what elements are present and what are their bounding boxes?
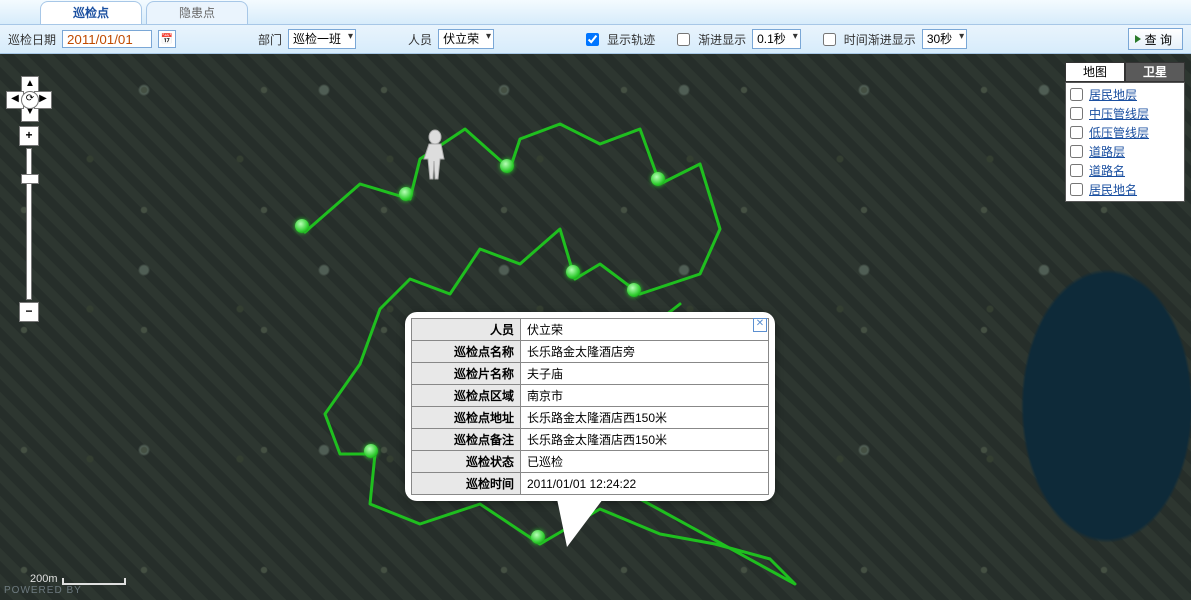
- zoom-slider-track[interactable]: [26, 148, 32, 300]
- step-interval-select[interactable]: 0.1秒: [752, 29, 801, 49]
- info-balloon: ✕ 人员伏立荣巡检点名称长乐路金太隆酒店旁巡检片名称夫子庙巡检点区域南京市巡检点…: [405, 312, 775, 501]
- info-value: 伏立荣: [521, 319, 769, 341]
- query-button[interactable]: 查 询: [1128, 28, 1183, 50]
- info-row: 巡检时间2011/01/01 12:24:22: [412, 473, 769, 495]
- layer-row: 低压管线层: [1070, 123, 1180, 142]
- date-input[interactable]: [62, 30, 152, 48]
- info-key: 巡检时间: [412, 473, 521, 495]
- info-value: 长乐路金太隆酒店旁: [521, 341, 769, 363]
- calendar-icon[interactable]: 📅: [158, 30, 176, 48]
- zoom-slider-handle[interactable]: [21, 174, 39, 184]
- track-node[interactable]: [500, 159, 514, 173]
- play-icon: [1135, 35, 1141, 43]
- info-key: 巡检点备注: [412, 429, 521, 451]
- info-value: 长乐路金太隆酒店西150米: [521, 407, 769, 429]
- layer-checkbox[interactable]: [1070, 183, 1083, 196]
- toolbar: 巡检日期 📅 部门 巡检一班 人员 伏立荣 显示轨迹 渐进显示 0.1秒 时间渐…: [0, 25, 1191, 54]
- info-value: 长乐路金太隆酒店西150米: [521, 429, 769, 451]
- layer-link[interactable]: 居民地层: [1089, 86, 1137, 103]
- balloon-close-button[interactable]: ✕: [753, 318, 767, 332]
- layer-checkbox[interactable]: [1070, 107, 1083, 120]
- zoom-out-button[interactable]: −: [19, 302, 39, 322]
- info-value: 南京市: [521, 385, 769, 407]
- maptype-satellite-button[interactable]: 卫星: [1125, 62, 1185, 82]
- info-key: 巡检片名称: [412, 363, 521, 385]
- track-node[interactable]: [364, 444, 378, 458]
- show-track-checkbox[interactable]: [586, 33, 599, 46]
- info-key: 巡检状态: [412, 451, 521, 473]
- track-node[interactable]: [566, 265, 580, 279]
- date-label: 巡检日期: [8, 31, 56, 48]
- map-canvas[interactable]: ▲ ▼ ◀ ▶ ⟳ + − 200m POWERED BY 地图 卫星: [0, 54, 1191, 600]
- layer-row: 道路名: [1070, 161, 1180, 180]
- layer-row: 中压管线层: [1070, 104, 1180, 123]
- zoom-in-button[interactable]: +: [19, 126, 39, 146]
- person-select[interactable]: 伏立荣: [438, 29, 494, 49]
- track-node[interactable]: [627, 283, 641, 297]
- pan-pad: ▲ ▼ ◀ ▶ ⟳: [6, 76, 52, 122]
- layer-link[interactable]: 道路名: [1089, 162, 1125, 179]
- time-step-label: 时间渐进显示: [844, 31, 916, 48]
- info-key: 巡检点区域: [412, 385, 521, 407]
- layer-link[interactable]: 居民地名: [1089, 181, 1137, 198]
- powered-by-label: POWERED BY: [4, 585, 82, 596]
- info-key: 人员: [412, 319, 521, 341]
- layer-row: 道路层: [1070, 142, 1180, 161]
- info-table: 人员伏立荣巡检点名称长乐路金太隆酒店旁巡检片名称夫子庙巡检点区域南京市巡检点地址…: [411, 318, 769, 495]
- layer-panel: 地图 卫星 居民地层中压管线层低压管线层道路层道路名居民地名: [1065, 62, 1185, 202]
- layer-link[interactable]: 低压管线层: [1089, 124, 1149, 141]
- info-row: 巡检点区域南京市: [412, 385, 769, 407]
- info-row: 巡检点备注长乐路金太隆酒店西150米: [412, 429, 769, 451]
- maptype-map-button[interactable]: 地图: [1065, 62, 1125, 82]
- tab-hazard-points[interactable]: 隐患点: [146, 1, 248, 24]
- info-key: 巡检点地址: [412, 407, 521, 429]
- layer-checkbox[interactable]: [1070, 126, 1083, 139]
- dept-select[interactable]: 巡检一班: [288, 29, 356, 49]
- track-node[interactable]: [651, 172, 665, 186]
- info-row: 巡检点名称长乐路金太隆酒店旁: [412, 341, 769, 363]
- layer-checkbox[interactable]: [1070, 164, 1083, 177]
- tab-bar: 巡检点 隐患点: [0, 0, 1191, 25]
- person-label: 人员: [408, 31, 432, 48]
- info-row: 巡检片名称夫子庙: [412, 363, 769, 385]
- track-node[interactable]: [399, 187, 413, 201]
- info-row: 巡检点地址长乐路金太隆酒店西150米: [412, 407, 769, 429]
- layer-checkbox[interactable]: [1070, 145, 1083, 158]
- layer-row: 居民地名: [1070, 180, 1180, 199]
- time-step-interval-select[interactable]: 30秒: [922, 29, 967, 49]
- info-value: 2011/01/01 12:24:22: [521, 473, 769, 495]
- info-value: 已巡检: [521, 451, 769, 473]
- info-value: 夫子庙: [521, 363, 769, 385]
- person-marker-icon: [420, 129, 450, 184]
- track-node[interactable]: [531, 530, 545, 544]
- scale-bar: 200m: [30, 573, 126, 585]
- pan-center-button[interactable]: ⟳: [21, 91, 39, 109]
- track-node[interactable]: [295, 219, 309, 233]
- show-track-label: 显示轨迹: [607, 31, 655, 48]
- dept-label: 部门: [258, 31, 282, 48]
- layer-row: 居民地层: [1070, 85, 1180, 104]
- layer-link[interactable]: 中压管线层: [1089, 105, 1149, 122]
- layer-checkbox[interactable]: [1070, 88, 1083, 101]
- tab-inspection-points[interactable]: 巡检点: [40, 1, 142, 24]
- app-root: 巡检点 隐患点 巡检日期 📅 部门 巡检一班 人员 伏立荣 显示轨迹 渐进显示 …: [0, 0, 1191, 600]
- info-row: 巡检状态已巡检: [412, 451, 769, 473]
- layer-list: 居民地层中压管线层低压管线层道路层道路名居民地名: [1065, 82, 1185, 202]
- info-row: 人员伏立荣: [412, 319, 769, 341]
- layer-link[interactable]: 道路层: [1089, 143, 1125, 160]
- info-key: 巡检点名称: [412, 341, 521, 363]
- map-controls: ▲ ▼ ◀ ▶ ⟳ + −: [6, 76, 52, 322]
- step-checkbox[interactable]: [677, 33, 690, 46]
- time-step-checkbox[interactable]: [823, 33, 836, 46]
- step-label: 渐进显示: [698, 31, 746, 48]
